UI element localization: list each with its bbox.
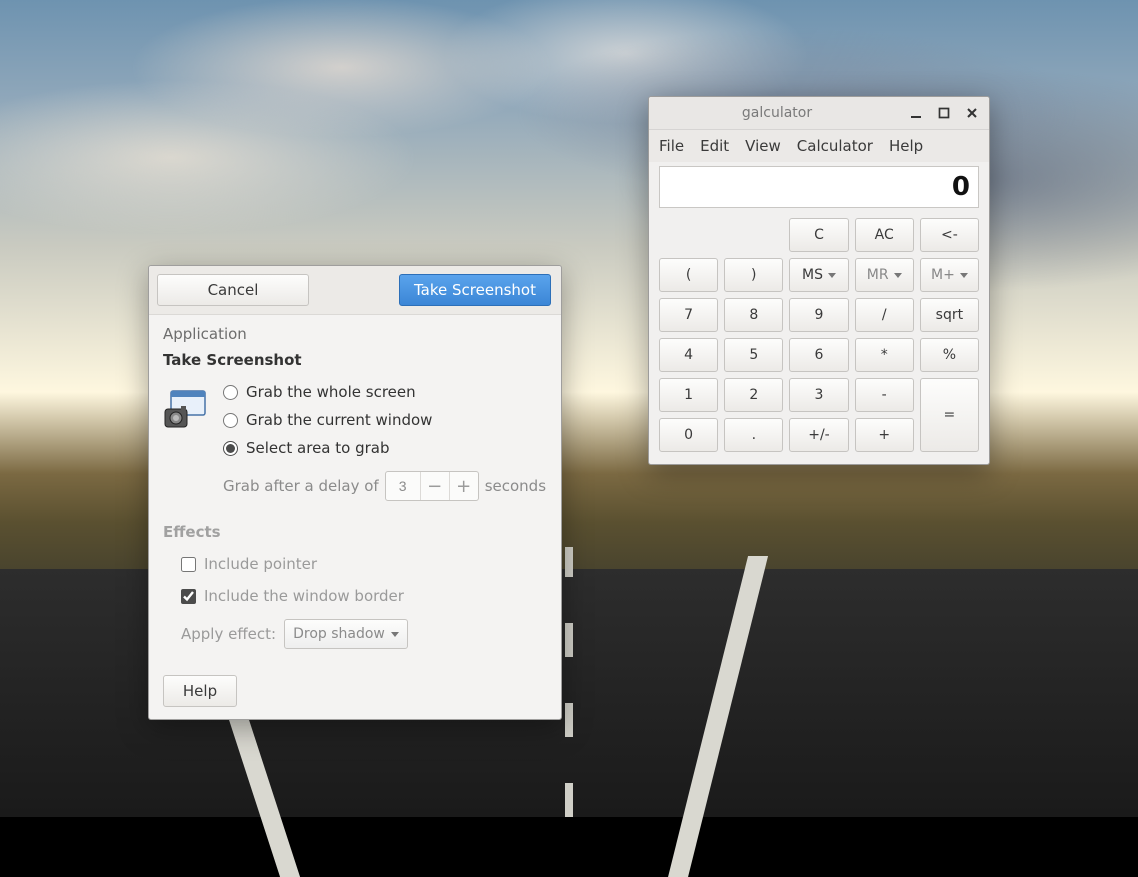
calculator-title: galculator bbox=[657, 105, 897, 121]
percent-button[interactable]: % bbox=[920, 338, 979, 372]
backspace-button[interactable]: <- bbox=[920, 218, 979, 252]
menu-view[interactable]: View bbox=[745, 137, 781, 155]
apply-effect-dropdown[interactable]: Drop shadow bbox=[284, 619, 408, 649]
apply-effect-value: Drop shadow bbox=[293, 626, 385, 642]
digit-6-button[interactable]: 6 bbox=[789, 338, 848, 372]
maximize-button[interactable] bbox=[935, 104, 953, 122]
select-area-label: Select area to grab bbox=[246, 439, 390, 457]
calculator-menubar: File Edit View Calculator Help bbox=[649, 130, 989, 162]
apply-effect-label: Apply effect: bbox=[181, 625, 276, 643]
select-area-radio[interactable]: Select area to grab bbox=[223, 439, 432, 457]
digit-2-button[interactable]: 2 bbox=[724, 378, 783, 412]
chevron-down-icon bbox=[828, 273, 836, 278]
minimize-icon bbox=[910, 107, 922, 119]
include-border-checkbox[interactable]: Include the window border bbox=[181, 587, 547, 605]
multiply-button[interactable]: * bbox=[855, 338, 914, 372]
paren-open-button[interactable]: ( bbox=[659, 258, 718, 292]
grab-current-window-radio[interactable]: Grab the current window bbox=[223, 411, 432, 429]
all-clear-button[interactable]: AC bbox=[855, 218, 914, 252]
digit-0-button[interactable]: 0 bbox=[659, 418, 718, 452]
help-button[interactable]: Help bbox=[163, 675, 237, 707]
calculator-window: galculator File Edit View Calculator Hel… bbox=[648, 96, 990, 465]
include-pointer-input[interactable] bbox=[181, 557, 196, 572]
memory-recall-label: MR bbox=[867, 267, 889, 283]
minimize-button[interactable] bbox=[907, 104, 925, 122]
screenshot-dialog: Cancel Take Screenshot Application Take … bbox=[148, 265, 562, 720]
menu-calculator[interactable]: Calculator bbox=[797, 137, 873, 155]
include-border-label: Include the window border bbox=[204, 587, 404, 605]
take-screenshot-button[interactable]: Take Screenshot bbox=[399, 274, 551, 306]
digit-5-button[interactable]: 5 bbox=[724, 338, 783, 372]
grab-whole-screen-radio[interactable]: Grab the whole screen bbox=[223, 383, 432, 401]
calculator-display: 0 bbox=[659, 166, 979, 208]
chevron-down-icon bbox=[960, 273, 968, 278]
delay-suffix-label: seconds bbox=[485, 477, 546, 495]
include-border-input[interactable] bbox=[181, 589, 196, 604]
wallpaper-road-dash bbox=[565, 547, 573, 817]
include-pointer-label: Include pointer bbox=[204, 555, 317, 573]
grab-current-window-label: Grab the current window bbox=[246, 411, 432, 429]
chevron-down-icon bbox=[894, 273, 902, 278]
grab-whole-screen-input[interactable] bbox=[223, 385, 238, 400]
grab-whole-screen-label: Grab the whole screen bbox=[246, 383, 416, 401]
close-icon bbox=[966, 107, 978, 119]
delay-prefix-label: Grab after a delay of bbox=[223, 477, 379, 495]
effects-heading: Effects bbox=[163, 523, 547, 541]
digit-9-button[interactable]: 9 bbox=[789, 298, 848, 332]
memory-store-label: MS bbox=[802, 267, 823, 283]
close-button[interactable] bbox=[963, 104, 981, 122]
add-button[interactable]: + bbox=[855, 418, 914, 452]
screenshot-headerbar: Cancel Take Screenshot bbox=[149, 266, 561, 315]
digit-3-button[interactable]: 3 bbox=[789, 378, 848, 412]
delay-decrement[interactable]: − bbox=[421, 472, 449, 500]
equals-button[interactable]: = bbox=[920, 378, 979, 452]
menu-help[interactable]: Help bbox=[889, 137, 923, 155]
include-pointer-checkbox[interactable]: Include pointer bbox=[181, 555, 547, 573]
digit-7-button[interactable]: 7 bbox=[659, 298, 718, 332]
screenshot-icon bbox=[163, 389, 211, 437]
select-area-input[interactable] bbox=[223, 441, 238, 456]
divide-button[interactable]: / bbox=[855, 298, 914, 332]
sign-button[interactable]: +/- bbox=[789, 418, 848, 452]
menu-edit[interactable]: Edit bbox=[700, 137, 729, 155]
digit-4-button[interactable]: 4 bbox=[659, 338, 718, 372]
delay-input[interactable] bbox=[386, 477, 420, 495]
cancel-button[interactable]: Cancel bbox=[157, 274, 309, 306]
memory-recall-button[interactable]: MR bbox=[855, 258, 914, 292]
clear-button[interactable]: C bbox=[789, 218, 848, 252]
calculator-titlebar[interactable]: galculator bbox=[649, 97, 989, 130]
subtract-button[interactable]: - bbox=[855, 378, 914, 412]
digit-8-button[interactable]: 8 bbox=[724, 298, 783, 332]
memory-plus-button[interactable]: M+ bbox=[920, 258, 979, 292]
sqrt-button[interactable]: sqrt bbox=[920, 298, 979, 332]
application-label: Application bbox=[163, 325, 547, 343]
grab-current-window-input[interactable] bbox=[223, 413, 238, 428]
digit-1-button[interactable]: 1 bbox=[659, 378, 718, 412]
delay-spinbox[interactable]: − + bbox=[385, 471, 479, 501]
take-screenshot-heading: Take Screenshot bbox=[163, 351, 547, 369]
delay-increment[interactable]: + bbox=[450, 472, 478, 500]
paren-close-button[interactable]: ) bbox=[724, 258, 783, 292]
calculator-keypad: C AC <- ( ) MS MR M+ 7 8 9 / sqrt 4 5 6 … bbox=[649, 218, 989, 464]
maximize-icon bbox=[938, 107, 950, 119]
chevron-down-icon bbox=[391, 632, 399, 637]
memory-store-button[interactable]: MS bbox=[789, 258, 848, 292]
decimal-button[interactable]: . bbox=[724, 418, 783, 452]
menu-file[interactable]: File bbox=[659, 137, 684, 155]
memory-plus-label: M+ bbox=[931, 267, 955, 283]
